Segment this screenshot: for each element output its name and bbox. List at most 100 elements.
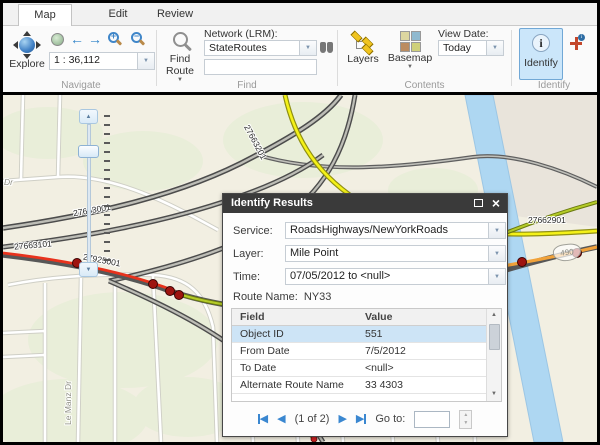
- find-route-icon: [173, 32, 188, 47]
- route-name-value: NY33: [304, 291, 332, 303]
- goto-spinner[interactable]: ▲ ▼: [459, 410, 472, 429]
- street-label: Le Manz Dr: [63, 381, 73, 425]
- group-separator: [511, 30, 512, 86]
- explore-button[interactable]: Explore: [9, 32, 45, 70]
- dropdown-arrow-icon[interactable]: ▼: [486, 41, 503, 55]
- layers-label: Layers: [343, 53, 383, 65]
- identify-button[interactable]: i Identify: [519, 28, 563, 80]
- table-row[interactable]: Alternate Route Name33 4303: [232, 377, 486, 394]
- table-row[interactable]: To Date<null>: [232, 360, 486, 377]
- basemap-icon: [400, 31, 421, 52]
- find-route-button[interactable]: Find Route ▼: [162, 30, 198, 83]
- basemap-label: Basemap: [386, 52, 434, 64]
- dialog-titlebar[interactable]: Identify Results ×: [223, 194, 507, 213]
- group-separator: [337, 30, 338, 86]
- close-icon[interactable]: ×: [492, 194, 500, 213]
- slider-thumb[interactable]: [78, 145, 99, 158]
- basemap-button[interactable]: Basemap ▼: [386, 31, 434, 70]
- route-name-label: Route Name:: [233, 291, 298, 303]
- identify-results-dialog: Identify Results × Service: RoadsHighway…: [222, 193, 508, 437]
- table-scrollbar[interactable]: ▲ ▼: [486, 309, 501, 401]
- slider-ticks: [104, 115, 110, 267]
- slider-down-icon[interactable]: ▼: [79, 262, 98, 277]
- scale-value: 1 : 36,112: [50, 53, 137, 69]
- header-value: Value: [357, 309, 486, 325]
- service-value: RoadsHighways/NewYorkRoads: [286, 223, 488, 238]
- zoom-slider[interactable]: ▲ ▼: [77, 109, 111, 277]
- service-label: Service:: [233, 225, 273, 237]
- find-route-label-1: Find: [162, 53, 198, 65]
- search-binoculars-icon[interactable]: [320, 42, 333, 53]
- group-find: Find Route ▼ Network (LRM): StateRoutes …: [160, 26, 334, 92]
- layers-button[interactable]: Layers: [343, 31, 383, 65]
- route-input[interactable]: [204, 59, 317, 75]
- scroll-down-icon[interactable]: ▼: [487, 388, 501, 401]
- spinner-up-icon: ▲: [463, 412, 468, 418]
- application-window: Map Edit Review Explore ← → + −: [0, 0, 600, 445]
- time-label: Time:: [233, 271, 260, 283]
- attributes-table: Field Value Object ID551 From Date7/5/20…: [231, 308, 502, 402]
- dropdown-arrow-icon[interactable]: ▼: [488, 223, 505, 238]
- dropdown-arrow-icon[interactable]: ▼: [137, 53, 154, 69]
- street-label: Dr: [4, 177, 13, 187]
- full-extent-icon[interactable]: [51, 33, 64, 46]
- slider-up-icon[interactable]: ▲: [79, 109, 98, 124]
- tab-edit[interactable]: Edit: [93, 4, 143, 26]
- dropdown-arrow-icon[interactable]: ▼: [488, 269, 505, 284]
- navigate-group-label: Navigate: [7, 80, 155, 91]
- toolbar: Explore ← → + − 1 : 36,112 ▼ Navigate Fi…: [3, 26, 597, 92]
- layer-value: Mile Point: [286, 246, 488, 261]
- tab-row: Map Edit Review: [3, 3, 597, 26]
- view-date-combobox[interactable]: Today ▼: [438, 40, 504, 56]
- identify-icon: i: [532, 34, 550, 52]
- table-header-row: Field Value: [232, 309, 486, 326]
- identify-route-location-icon[interactable]: i: [569, 34, 585, 50]
- network-value: StateRoutes: [205, 41, 299, 55]
- tab-map[interactable]: Map: [18, 4, 72, 26]
- prev-page-button[interactable]: ◀: [277, 414, 285, 425]
- dialog-title: Identify Results: [231, 197, 313, 209]
- next-page-button[interactable]: ▶: [338, 414, 346, 425]
- route-label: 27662901: [528, 215, 566, 225]
- header-field: Field: [232, 309, 357, 325]
- layers-icon: [351, 31, 375, 53]
- group-separator: [156, 30, 157, 86]
- explore-label: Explore: [9, 58, 45, 70]
- route-name-line: Route Name: NY33: [233, 291, 331, 303]
- view-date-value: Today: [439, 41, 486, 55]
- zoom-out-icon[interactable]: −: [131, 32, 142, 43]
- identify-label: Identify: [520, 57, 562, 69]
- view-date-label: View Date:: [438, 28, 489, 40]
- group-identify: i Identify i Identify: [515, 26, 593, 92]
- first-page-button[interactable]: ◀: [258, 414, 268, 425]
- dropdown-arrow-icon[interactable]: ▼: [488, 246, 505, 261]
- caret-down-icon: ▼: [386, 64, 434, 70]
- pagination-bar: ◀ ◀ (1 of 2) ▶ ▶ Go to: ▲ ▼: [223, 406, 507, 432]
- forward-extent-icon[interactable]: →: [88, 32, 102, 46]
- spinner-down-icon: ▼: [463, 420, 468, 426]
- network-combobox[interactable]: StateRoutes ▼: [204, 40, 317, 56]
- identify-group-label: Identify: [515, 80, 593, 91]
- time-combobox[interactable]: 07/05/2012 to <null> ▼: [285, 268, 506, 285]
- table-row[interactable]: Object ID551: [232, 326, 486, 343]
- last-page-button[interactable]: ▶: [356, 414, 366, 425]
- scroll-up-icon[interactable]: ▲: [487, 309, 501, 322]
- network-lrm-label: Network (LRM):: [204, 28, 278, 40]
- scroll-thumb[interactable]: [489, 324, 500, 350]
- explore-icon: [14, 32, 40, 58]
- back-extent-icon[interactable]: ←: [70, 32, 84, 46]
- dropdown-arrow-icon[interactable]: ▼: [299, 41, 316, 55]
- ribbon: Map Edit Review Explore ← → + −: [3, 3, 597, 92]
- zoom-in-icon[interactable]: +: [108, 32, 119, 43]
- service-combobox[interactable]: RoadsHighways/NewYorkRoads ▼: [285, 222, 506, 239]
- time-value: 07/05/2012 to <null>: [286, 269, 488, 284]
- scale-combobox[interactable]: 1 : 36,112 ▼: [49, 52, 155, 70]
- layer-combobox[interactable]: Mile Point ▼: [285, 245, 506, 262]
- goto-label: Go to:: [375, 413, 405, 425]
- tab-review[interactable]: Review: [146, 4, 204, 26]
- maximize-icon[interactable]: [474, 199, 483, 207]
- goto-input[interactable]: [414, 411, 450, 428]
- table-row[interactable]: From Date7/5/2012: [232, 343, 486, 360]
- group-navigate: Explore ← → + − 1 : 36,112 ▼ Navigate: [7, 26, 155, 92]
- page-indicator: (1 of 2): [295, 413, 330, 425]
